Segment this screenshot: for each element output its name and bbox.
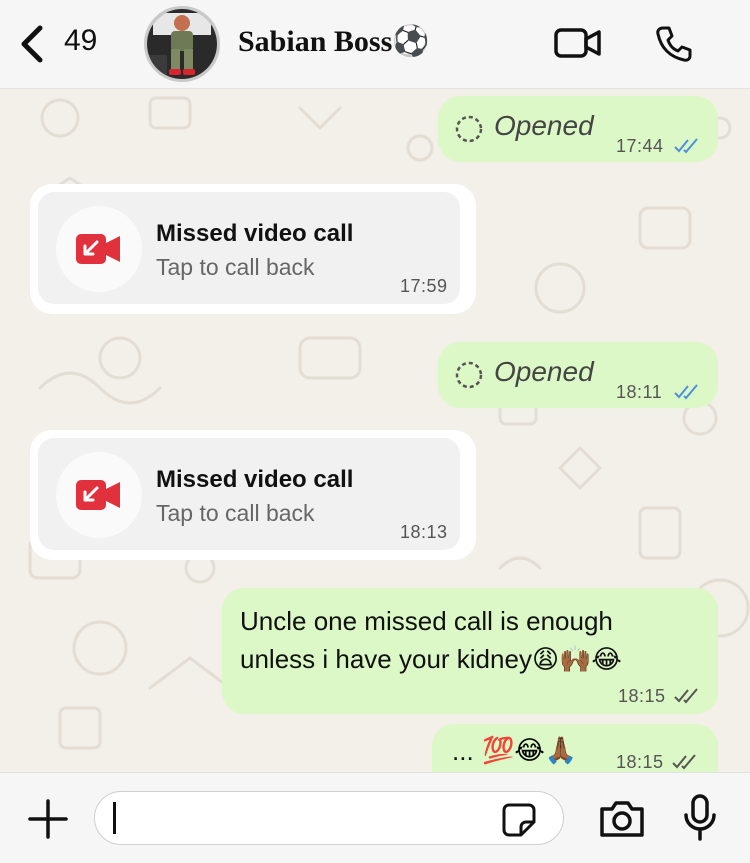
text-caret [113,802,116,834]
opened-label: Opened [494,110,594,141]
message-line-text: unless i have your kidney [240,644,532,674]
message-time: 18:15 [616,752,664,772]
outgoing-opened-bubble[interactable]: Opened 17:44 [438,96,718,162]
view-once-opened-icon [455,115,483,143]
missed-call-icon-circle [56,452,142,538]
read-ticks-icon [674,138,698,154]
opened-label: Opened [494,356,594,387]
contact-name[interactable]: Sabian Boss⚽ [238,24,430,59]
camera-button[interactable] [598,799,646,839]
chat-area[interactable]: Opened 17:44 Missed video call Tap to ca… [0,88,750,772]
missed-call-bubble[interactable]: Missed video call Tap to call back 17:59 [30,184,476,314]
missed-call-subtitle: Tap to call back [156,500,315,526]
missed-call-bubble[interactable]: Missed video call Tap to call back 18:13 [30,430,476,560]
unread-count[interactable]: 49 [64,24,97,58]
chevron-left-icon [21,25,43,63]
message-line: Uncle one missed call is enough [240,606,613,636]
video-camera-icon [554,28,601,58]
message-line: unless i have your kidney😩🙌🏾😂 [240,640,710,679]
missed-call-icon-circle [56,206,142,292]
message-text: ... [452,736,474,766]
outgoing-text-bubble[interactable]: Uncle one missed call is enough unless i… [222,588,718,714]
sticker-button[interactable] [501,802,537,838]
chat-header: 49 Sabian Boss⚽ [0,0,750,89]
back-button[interactable] [14,22,54,66]
video-call-button[interactable] [554,26,602,60]
message-emojis: 😩🙌🏾😂 [531,645,622,675]
outgoing-text-bubble[interactable]: ... 💯😂🙏🏾 18:15 [432,724,718,772]
avatar[interactable] [144,6,220,82]
message-input-bar [0,772,750,863]
message-time: 18:13 [400,522,448,542]
read-ticks-icon [674,384,698,400]
avatar-image [147,9,217,79]
missed-call-card[interactable]: Missed video call Tap to call back 17:59 [38,192,460,304]
missed-call-subtitle: Tap to call back [156,254,315,280]
view-once-opened-icon [455,361,483,389]
message-text: Uncle one missed call is enough unless i… [240,602,710,679]
missed-call-title: Missed video call [156,220,354,247]
outgoing-opened-bubble[interactable]: Opened 18:11 [438,342,718,408]
message-time: 18:15 [618,686,666,706]
camera-icon [600,801,644,837]
microphone-icon [684,794,716,841]
delivered-ticks-icon [674,688,698,704]
missed-video-call-icon [76,234,120,264]
message-emojis: 💯😂🙏🏾 [482,736,578,766]
voice-message-button[interactable] [682,793,718,843]
message-time: 18:11 [616,382,663,402]
delivered-ticks-icon [672,754,696,770]
plus-icon [28,799,68,839]
missed-call-title: Missed video call [156,466,354,493]
missed-call-card[interactable]: Missed video call Tap to call back 18:13 [38,438,460,550]
message-time: 17:59 [400,276,448,296]
voice-call-button[interactable] [654,24,694,64]
sticker-icon [502,803,536,837]
phone-icon [656,26,692,62]
message-input[interactable] [94,791,564,845]
message-time: 17:44 [616,136,664,156]
attach-button[interactable] [26,797,70,841]
missed-video-call-icon [76,480,120,510]
